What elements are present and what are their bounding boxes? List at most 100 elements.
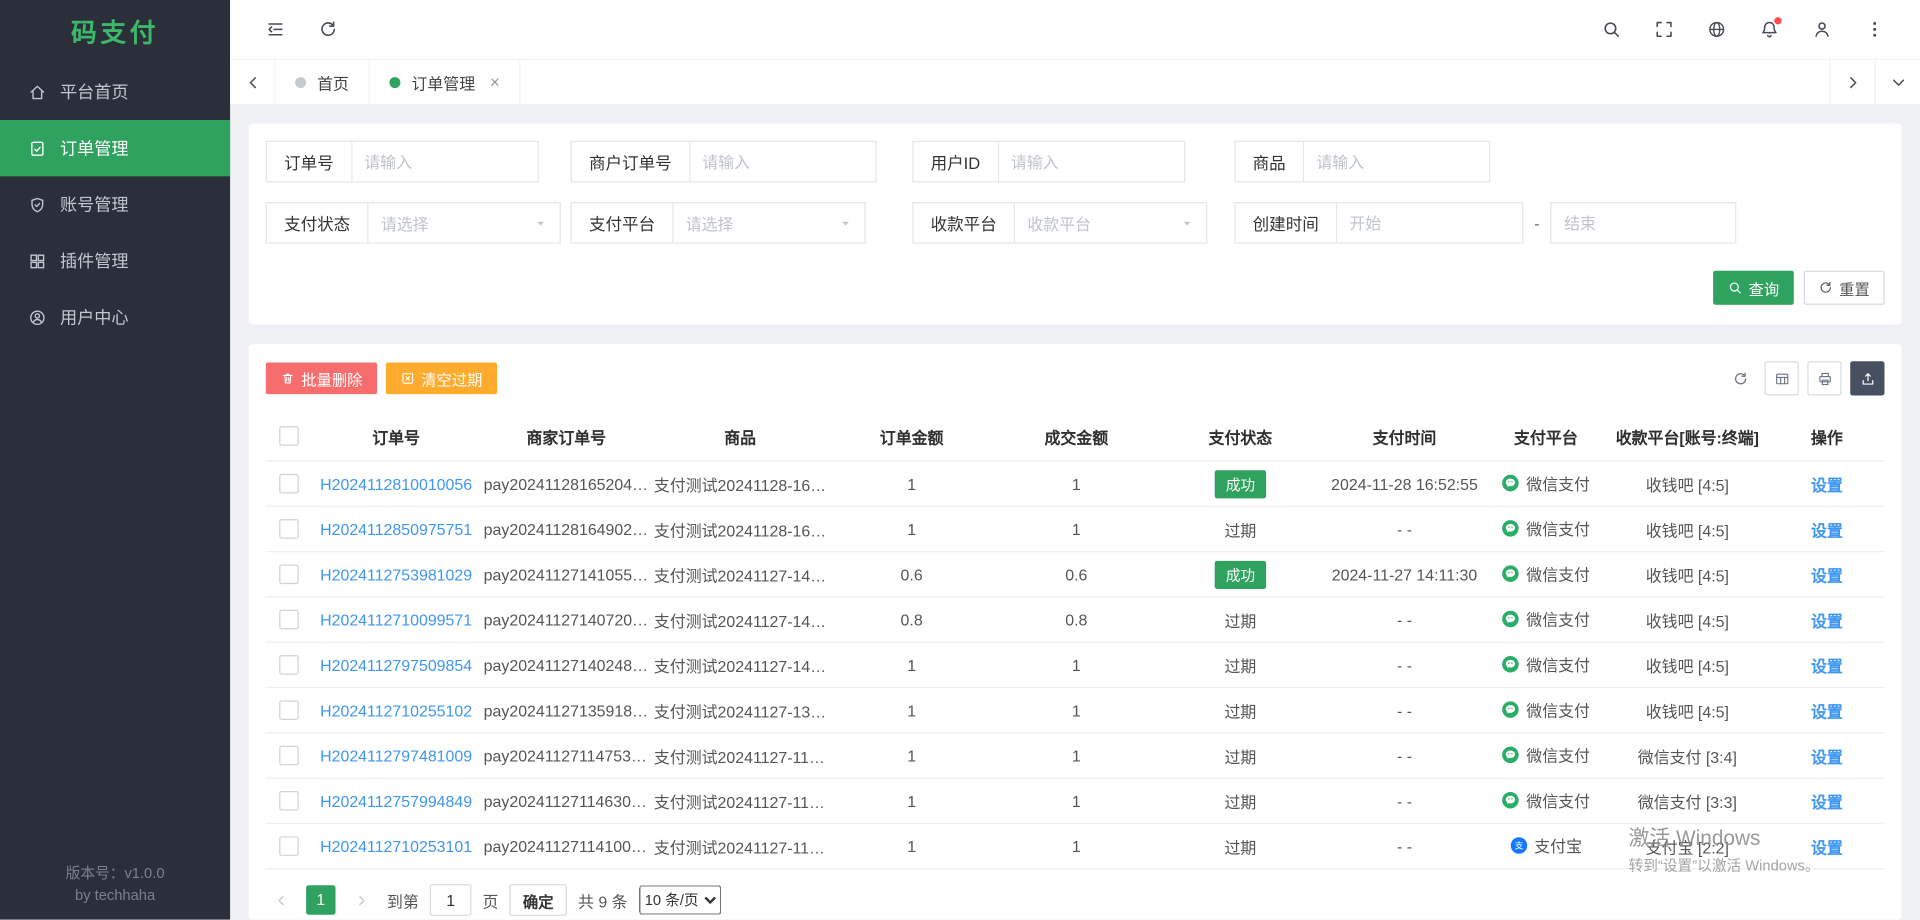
clear-expired-button[interactable]: 清空过期 — [386, 362, 497, 394]
receiver-platform: 收钱吧 [4:5] — [1605, 688, 1769, 733]
language-globe-icon[interactable] — [1696, 9, 1738, 51]
row-settings-link[interactable]: 设置 — [1811, 566, 1843, 584]
sidebar-item-user-center[interactable]: 用户中心 — [0, 289, 230, 345]
collapse-sidebar-icon[interactable] — [255, 9, 297, 51]
tab-order-management[interactable]: 订单管理 × — [370, 60, 521, 104]
create-time-end-input[interactable] — [1551, 202, 1737, 244]
row-checkbox[interactable] — [279, 565, 299, 585]
merchant-order-no: pay202411271146303259 — [481, 778, 651, 823]
product-input[interactable] — [1304, 141, 1490, 183]
receiver-platform: 收钱吧 [4:5] — [1605, 597, 1769, 642]
order-no-link[interactable]: H2024112850975751 — [320, 520, 472, 538]
merchant-order-no: pay2024112816490225... — [481, 506, 651, 551]
pay-platform-select[interactable]: 请选择 — [673, 202, 865, 244]
col-header-order-no: 订单号 — [311, 411, 481, 461]
date-range-separator: - — [1534, 202, 1539, 244]
receiver-platform: 收钱吧 [4:5] — [1605, 461, 1769, 506]
sidebar-item-label: 账号管理 — [60, 192, 129, 216]
row-settings-link[interactable]: 设置 — [1811, 476, 1843, 494]
tab-home[interactable]: 首页 — [276, 60, 370, 104]
close-tab-icon[interactable]: × — [490, 73, 500, 90]
merchant-order-no-input[interactable] — [690, 141, 876, 183]
row-settings-link[interactable]: 设置 — [1811, 702, 1843, 720]
platform-cell: 支 微信支付 — [1502, 743, 1590, 766]
col-header-order-amount: 订单金额 — [829, 411, 994, 461]
col-header-pay-status: 支付状态 — [1158, 411, 1322, 461]
sidebar-item-order-management[interactable]: 订单管理 — [0, 120, 230, 176]
row-checkbox[interactable] — [279, 701, 299, 721]
row-settings-link[interactable]: 设置 — [1811, 612, 1843, 630]
table-toolbar: 批量删除 清空过期 — [266, 361, 1885, 395]
row-settings-link[interactable]: 设置 — [1811, 657, 1843, 675]
platform-cell: 支 微信支付 — [1502, 698, 1590, 721]
row-checkbox[interactable] — [279, 746, 299, 766]
platform-name: 微信支付 — [1526, 517, 1590, 540]
order-no-link[interactable]: H2024112810010056 — [320, 474, 472, 492]
next-page-icon[interactable] — [347, 885, 376, 914]
row-settings-link[interactable]: 设置 — [1811, 793, 1843, 811]
row-checkbox[interactable] — [279, 610, 299, 630]
tab-scroll-right-icon[interactable] — [1829, 60, 1874, 104]
filter-row-2: 支付状态 请选择 支付平台 请选择 收款平台 收款平台 — [266, 202, 1885, 244]
current-page-button[interactable]: 1 — [306, 885, 335, 914]
tab-label: 订单管理 — [411, 70, 475, 93]
more-options-icon[interactable] — [1854, 9, 1896, 51]
row-checkbox[interactable] — [279, 791, 299, 811]
receive-platform-select[interactable]: 收款平台 — [1015, 202, 1207, 244]
order-no-link[interactable]: H2024112753981029 — [320, 565, 472, 583]
tab-menu-dropdown-icon[interactable] — [1875, 60, 1920, 104]
table-row: H2024112710099571 pay2024112714072058...… — [266, 597, 1885, 642]
row-settings-link[interactable]: 设置 — [1811, 521, 1843, 539]
notification-bell-icon[interactable] — [1749, 9, 1791, 51]
row-settings-link[interactable]: 设置 — [1811, 838, 1843, 856]
print-icon[interactable] — [1807, 361, 1841, 395]
product-name: 支付测试20241127-141... — [651, 552, 829, 597]
prev-page-icon[interactable] — [266, 885, 295, 914]
main-area: 首页 订单管理 × 订单号 商户订单号 — [230, 0, 1920, 920]
order-no-link[interactable]: H2024112797481009 — [320, 746, 472, 764]
export-icon[interactable] — [1850, 361, 1884, 395]
order-amount: 1 — [829, 823, 994, 868]
user-id-input[interactable] — [999, 141, 1185, 183]
row-checkbox[interactable] — [279, 837, 299, 857]
table-row: H2024112810010056 pay2024112816520491...… — [266, 461, 1885, 506]
order-no-link[interactable]: H2024112797509854 — [320, 656, 472, 674]
select-all-checkbox[interactable] — [279, 426, 299, 446]
order-no-link[interactable]: H2024112710099571 — [320, 610, 472, 628]
order-no-input[interactable] — [352, 141, 538, 183]
order-no-link[interactable]: H2024112757994849 — [320, 792, 472, 810]
batch-delete-button[interactable]: 批量删除 — [266, 362, 377, 394]
pay-status-select[interactable]: 请选择 — [369, 202, 561, 244]
sidebar-item-account-management[interactable]: 账号管理 — [0, 176, 230, 232]
platform-name: 微信支付 — [1526, 698, 1590, 721]
order-no-link[interactable]: H2024112710255102 — [320, 701, 472, 719]
tab-scroll-left-icon[interactable] — [230, 60, 275, 104]
goto-confirm-button[interactable]: 确定 — [509, 884, 567, 916]
col-header-actions: 操作 — [1769, 411, 1884, 461]
goto-page-input[interactable] — [430, 884, 472, 916]
platform-cell: 支 支付宝 — [1510, 834, 1582, 857]
page-size-select[interactable]: 10 条/页 — [639, 885, 721, 914]
order-no-link[interactable]: H2024112710253101 — [320, 837, 472, 855]
sidebar-item-platform-home[interactable]: 平台首页 — [0, 64, 230, 120]
fullscreen-icon[interactable] — [1643, 9, 1685, 51]
row-settings-link[interactable]: 设置 — [1811, 748, 1843, 766]
refresh-page-icon[interactable] — [307, 9, 349, 51]
reset-button[interactable]: 重置 — [1804, 271, 1885, 305]
user-profile-icon[interactable] — [1801, 9, 1843, 51]
status-badge: 过期 — [1224, 608, 1256, 631]
create-time-filter-label: 创建时间 — [1234, 202, 1337, 244]
search-icon[interactable] — [1591, 9, 1633, 51]
table-refresh-icon[interactable] — [1724, 362, 1756, 394]
sidebar-item-plugin-management[interactable]: 插件管理 — [0, 233, 230, 289]
platform-cell: 支 微信支付 — [1502, 471, 1590, 494]
tab-dot — [389, 77, 400, 88]
create-time-start-input[interactable] — [1337, 202, 1523, 244]
row-checkbox[interactable] — [279, 474, 299, 494]
platform-name: 微信支付 — [1526, 607, 1590, 630]
status-badge: 过期 — [1224, 834, 1256, 857]
row-checkbox[interactable] — [279, 655, 299, 675]
column-settings-icon[interactable] — [1764, 361, 1798, 395]
search-button[interactable]: 查询 — [1713, 271, 1794, 305]
row-checkbox[interactable] — [279, 520, 299, 540]
